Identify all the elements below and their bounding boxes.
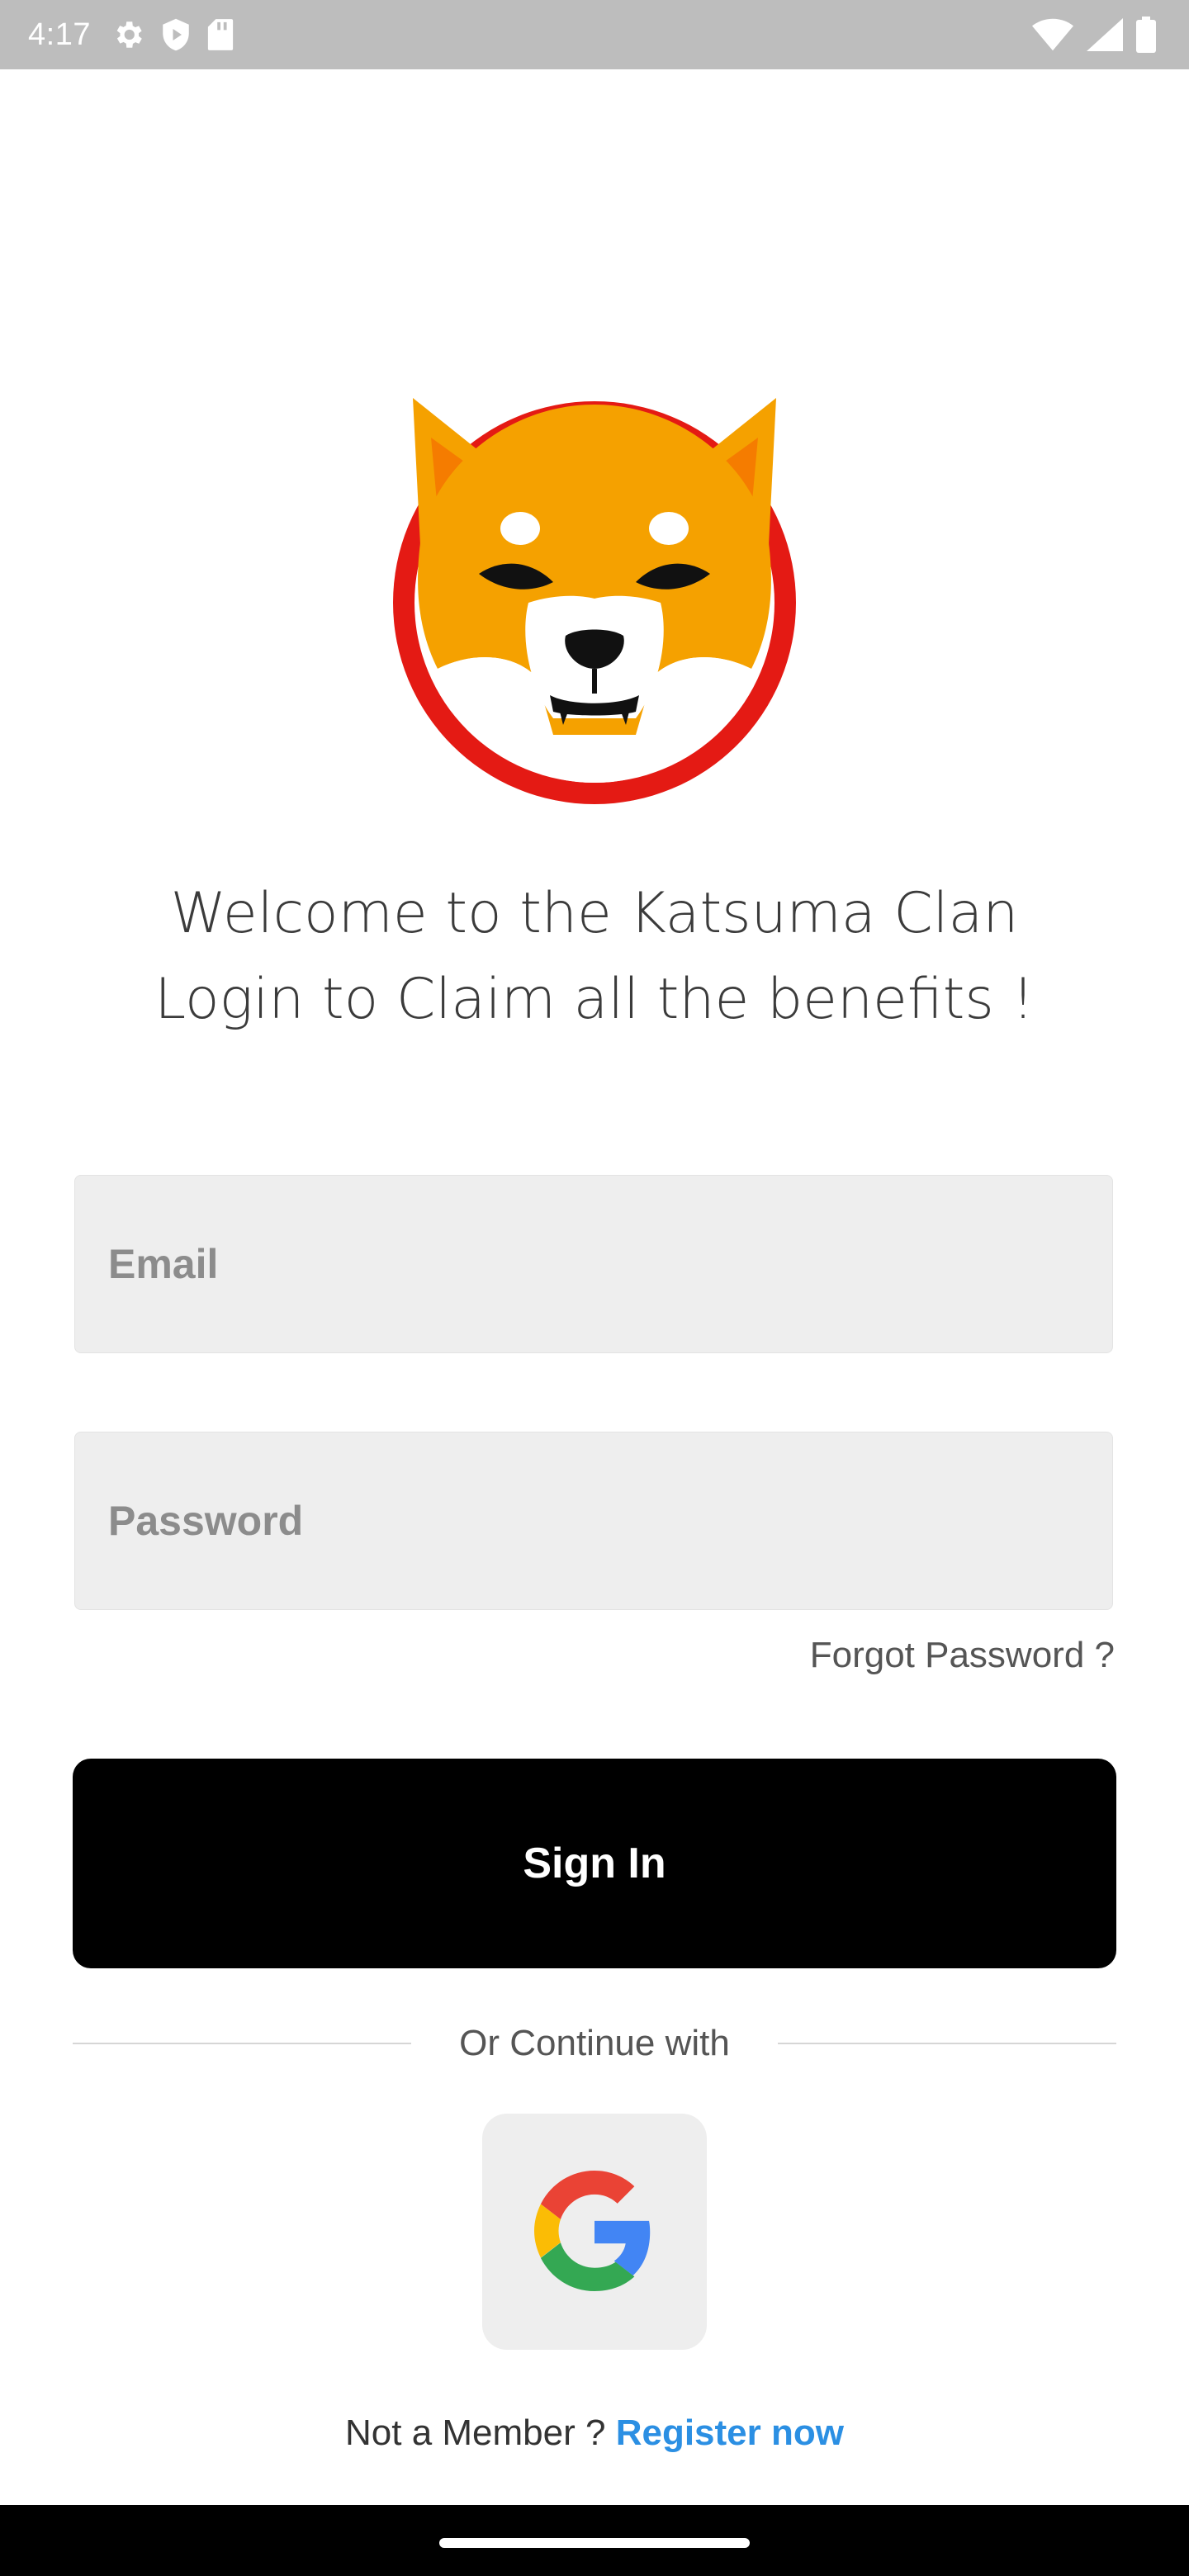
password-field-container <box>74 1432 1113 1610</box>
gear-icon <box>111 17 145 52</box>
shiba-inu-logo <box>388 388 801 817</box>
status-bar: 4:17 <box>0 0 1189 69</box>
google-icon <box>534 2170 655 2294</box>
google-sign-in-button[interactable] <box>482 2114 707 2350</box>
status-left-icons <box>111 17 234 52</box>
shield-icon <box>160 17 192 52</box>
divider-line-right <box>778 2043 1116 2044</box>
home-gesture-handle[interactable] <box>439 2538 750 2548</box>
status-time: 4:17 <box>28 17 91 52</box>
welcome-line-1: Welcome to the Katsuma Clan <box>170 881 1019 946</box>
wifi-icon <box>1032 18 1073 51</box>
sd-card-icon <box>206 17 234 52</box>
or-continue-divider: Or Continue with <box>73 2019 1116 2068</box>
signal-icon <box>1087 18 1123 51</box>
register-row: Not a Member ? Register now <box>0 2413 1189 2454</box>
battery-icon <box>1136 17 1156 53</box>
password-field[interactable] <box>75 1432 1112 1609</box>
register-prompt: Not a Member ? <box>345 2413 606 2453</box>
register-now-link[interactable]: Register now <box>616 2413 844 2453</box>
status-right-icons <box>1032 17 1156 53</box>
forgot-password-link[interactable]: Forgot Password ? <box>810 1635 1115 1676</box>
email-field[interactable] <box>75 1176 1112 1352</box>
email-field-container <box>74 1175 1113 1353</box>
sign-in-button[interactable]: Sign In <box>73 1759 1116 1968</box>
navigation-bar <box>0 2505 1189 2576</box>
welcome-text: Welcome to the Katsuma Clan Login to Cla… <box>0 871 1189 1043</box>
welcome-line-2: Login to Claim all the benefits ! <box>154 967 1035 1032</box>
